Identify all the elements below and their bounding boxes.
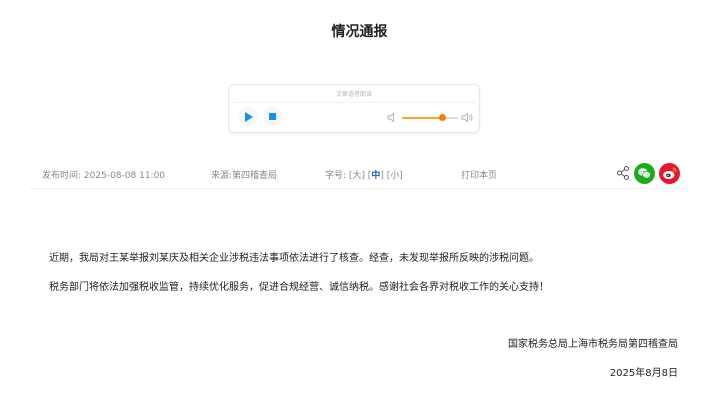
source-label: 来源: xyxy=(211,171,233,181)
signature-date: 2025年8月8日 xyxy=(609,368,678,379)
volume-low-icon[interactable] xyxy=(387,112,398,123)
source-value: 第四稽查局 xyxy=(232,171,278,181)
font-size-medium[interactable]: 中 xyxy=(371,171,380,181)
player-notice: 文章语音朗读 xyxy=(335,91,372,98)
volume-high-icon[interactable] xyxy=(461,112,474,123)
volume-slider[interactable] xyxy=(402,114,458,121)
share-weibo-button[interactable] xyxy=(659,163,680,184)
page-title: 情况通报 xyxy=(331,24,388,40)
publish-date-label: 发布时间: xyxy=(42,171,82,181)
font-size-small[interactable]: 小 xyxy=(390,171,399,181)
play-button[interactable] xyxy=(239,107,258,126)
font-size-selector: 字号: [大] [中] [小] xyxy=(325,171,403,181)
header-divider xyxy=(30,188,689,189)
content-paragraph-2: 税务部门将依法加强税收监管，持续优化服务，促进合规经营、诚信纳税。感谢社会各界对… xyxy=(49,282,549,293)
font-size-label: 字号: xyxy=(325,171,347,181)
share-wechat-button[interactable] xyxy=(634,163,655,184)
stop-icon xyxy=(269,113,276,120)
wechat-icon xyxy=(638,168,652,179)
play-icon xyxy=(245,111,253,122)
volume-handle[interactable] xyxy=(439,114,447,121)
volume-fill xyxy=(402,117,443,119)
print-button[interactable]: 打印本页 xyxy=(461,168,497,181)
player-divider xyxy=(233,102,475,103)
publish-date-value: 2025-08-08 11:00 xyxy=(83,171,166,181)
weibo-icon xyxy=(663,167,677,179)
share-icon[interactable] xyxy=(617,166,629,180)
signature-organization: 国家税务总局上海市税务局第四稽查局 xyxy=(508,339,678,350)
font-size-large[interactable]: 大 xyxy=(352,171,361,181)
source: 来源:第四稽查局 xyxy=(211,168,277,181)
content-paragraph-1: 近期，我局对王某举报刘某庆及相关企业涉税违法事项依法进行了核查。经查，未发现举报… xyxy=(49,253,539,264)
stop-button[interactable] xyxy=(263,107,282,126)
audio-player: 文章语音朗读 xyxy=(228,84,480,133)
publish-date: 发布时间: 2025-08-08 11:00 xyxy=(42,168,165,181)
